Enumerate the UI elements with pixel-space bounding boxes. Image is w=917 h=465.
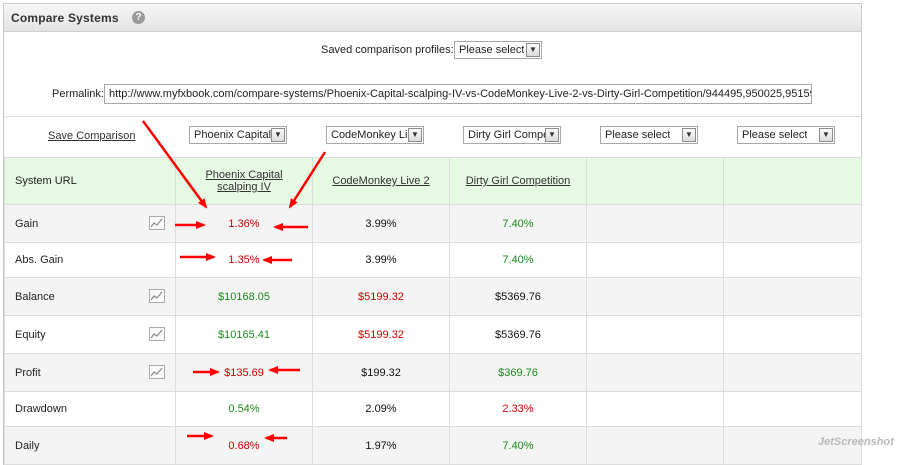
metric-cell: Drawdown xyxy=(4,391,176,427)
empty-cell xyxy=(586,242,724,278)
system-select-3[interactable]: Dirty Girl Compe ▼ xyxy=(463,126,561,144)
empty-cell xyxy=(586,426,724,465)
empty-cell xyxy=(586,391,724,427)
system-select-value: Please select xyxy=(605,129,671,141)
metric-row: Abs. Gain 1.35% 3.99% 7.40% xyxy=(4,242,862,278)
empty-cell xyxy=(723,353,862,392)
permalink-label: Permalink: xyxy=(52,88,104,100)
metric-value: 3.99% xyxy=(312,204,450,243)
chevron-down-icon: ▼ xyxy=(526,43,540,57)
system-link[interactable]: CodeMonkey Live 2 xyxy=(332,175,429,187)
profiles-label: Saved comparison profiles: xyxy=(321,44,454,56)
page-title: Compare Systems xyxy=(11,11,119,25)
profiles-select-value: Please select xyxy=(459,44,525,56)
metric-row: Gain 1.36% 3.99% 7.40% xyxy=(4,204,862,243)
metric-row: Daily 0.68% 1.97% 7.40% xyxy=(4,426,862,465)
help-icon[interactable]: ? xyxy=(132,11,145,24)
watermark: JetScreenshot xyxy=(818,436,894,448)
system-link[interactable]: Phoenix Capital scalping IV xyxy=(184,169,304,193)
system-link-cell: Dirty Girl Competition xyxy=(449,157,587,205)
empty-cell xyxy=(723,242,862,278)
metric-cell: Daily xyxy=(4,426,176,465)
profiles-select[interactable]: Please select ▼ xyxy=(454,41,542,59)
system-link[interactable]: Dirty Girl Competition xyxy=(466,175,571,187)
metric-label: Balance xyxy=(15,290,55,303)
metric-row: Equity $10165.41 $5199.32 $5369.76 xyxy=(4,315,862,354)
metric-value: 7.40% xyxy=(449,426,587,465)
system-select-1[interactable]: Phoenix Capital ▼ xyxy=(189,126,287,144)
system-url-row: System URL Phoenix Capital scalping IV C… xyxy=(4,157,862,205)
metric-row: Profit $135.69 $199.32 $369.76 xyxy=(4,353,862,392)
metric-value: 0.54% xyxy=(175,391,313,427)
metric-value: 7.40% xyxy=(449,204,587,243)
metric-label: Abs. Gain xyxy=(15,254,64,266)
divider xyxy=(4,116,861,117)
chevron-down-icon: ▼ xyxy=(682,128,696,142)
metric-value: 2.09% xyxy=(312,391,450,427)
empty-cell xyxy=(723,277,862,316)
comparison-table: System URL Phoenix Capital scalping IV C… xyxy=(4,157,862,465)
chevron-down-icon: ▼ xyxy=(271,128,285,142)
metric-cell: Gain xyxy=(4,204,176,243)
empty-cell xyxy=(723,204,862,243)
system-select-4[interactable]: Please select ▼ xyxy=(600,126,698,144)
chart-icon[interactable] xyxy=(149,215,165,230)
empty-cell xyxy=(723,157,862,205)
chevron-down-icon: ▼ xyxy=(545,128,559,142)
metric-value: $135.69 xyxy=(175,353,313,392)
empty-cell xyxy=(586,277,724,316)
system-select-value: Phoenix Capital xyxy=(194,129,272,141)
metric-row: Balance $10168.05 $5199.32 $5369.76 xyxy=(4,277,862,316)
row-label: System URL xyxy=(4,157,176,205)
metric-label: Daily xyxy=(15,439,40,452)
metric-value: $5199.32 xyxy=(312,315,450,354)
empty-cell xyxy=(586,157,724,205)
metric-label: Equity xyxy=(15,328,46,341)
chart-icon[interactable] xyxy=(149,288,165,303)
chevron-down-icon: ▼ xyxy=(408,128,422,142)
system-select-2[interactable]: CodeMonkey Li ▼ xyxy=(326,126,424,144)
empty-cell xyxy=(723,315,862,354)
system-link-cell: Phoenix Capital scalping IV xyxy=(175,157,313,205)
metric-value: 1.97% xyxy=(312,426,450,465)
metric-label: Gain xyxy=(15,217,39,230)
metric-label: Profit xyxy=(15,366,41,379)
metric-cell: Abs. Gain xyxy=(4,242,176,278)
metric-value: $199.32 xyxy=(312,353,450,392)
panel-header: Compare Systems ? xyxy=(4,4,861,32)
metric-cell: Equity xyxy=(4,315,176,354)
empty-cell xyxy=(586,204,724,243)
system-select-value: Dirty Girl Compe xyxy=(468,129,550,141)
system-link-cell: CodeMonkey Live 2 xyxy=(312,157,450,205)
metric-value: $10168.05 xyxy=(175,277,313,316)
metric-cell: Balance xyxy=(4,277,176,316)
chart-icon[interactable] xyxy=(149,364,165,379)
metric-value: $5199.32 xyxy=(312,277,450,316)
chevron-down-icon: ▼ xyxy=(819,128,833,142)
empty-cell xyxy=(586,353,724,392)
permalink-field[interactable]: http://www.myfxbook.com/compare-systems/… xyxy=(104,84,812,104)
empty-cell xyxy=(723,391,862,427)
metric-value: $5369.76 xyxy=(449,315,587,354)
metric-value: 3.99% xyxy=(312,242,450,278)
system-select-value: Please select xyxy=(742,129,808,141)
system-select-value: CodeMonkey Li xyxy=(331,129,408,141)
metric-value: $10165.41 xyxy=(175,315,313,354)
metric-value: 2.33% xyxy=(449,391,587,427)
system-select-5[interactable]: Please select ▼ xyxy=(737,126,835,144)
metric-cell: Profit xyxy=(4,353,176,392)
save-comparison-link[interactable]: Save Comparison xyxy=(48,130,135,142)
metric-value: $5369.76 xyxy=(449,277,587,316)
metric-label: Drawdown xyxy=(15,403,67,415)
metric-value: 1.36% xyxy=(175,204,313,243)
metric-value: $369.76 xyxy=(449,353,587,392)
chart-icon[interactable] xyxy=(149,326,165,341)
metric-value: 1.35% xyxy=(175,242,313,278)
metric-row: Drawdown 0.54% 2.09% 2.33% xyxy=(4,391,862,427)
metric-value: 0.68% xyxy=(175,426,313,465)
empty-cell xyxy=(586,315,724,354)
metric-value: 7.40% xyxy=(449,242,587,278)
